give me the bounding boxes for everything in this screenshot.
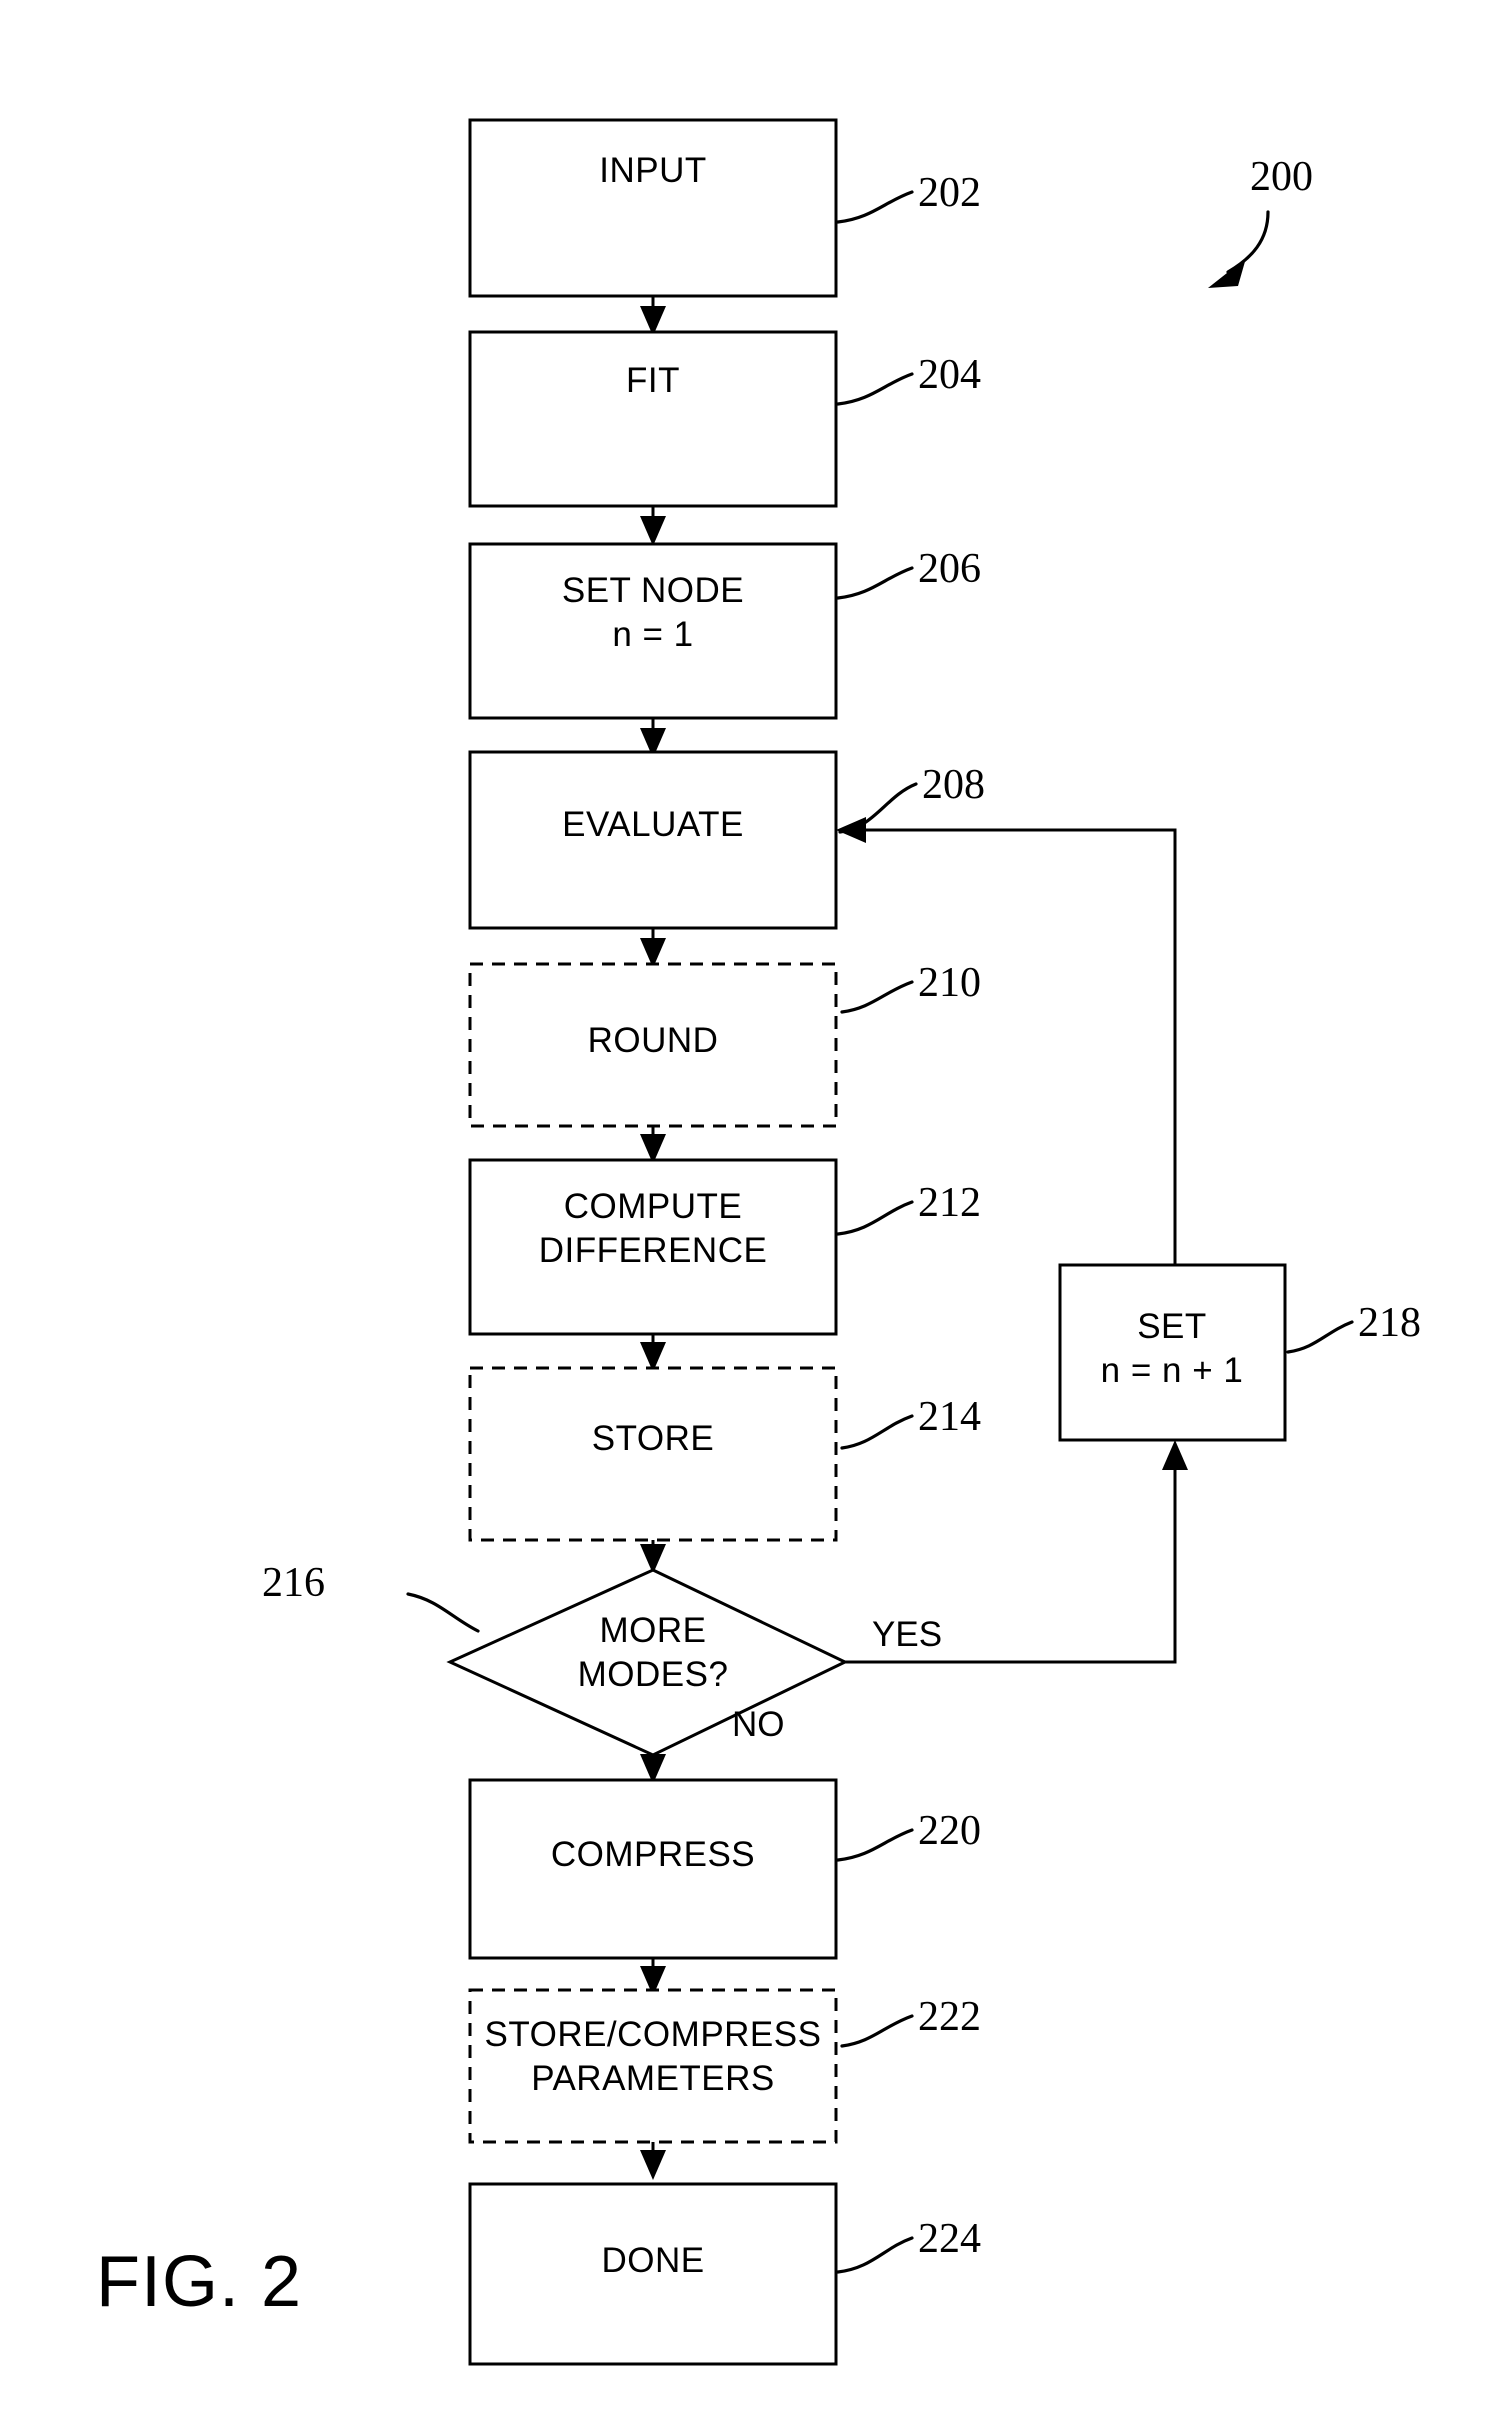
node-round-label: ROUND — [588, 1021, 719, 1060]
lead-line-202 — [836, 190, 914, 224]
ref-callout-218: 218 — [1286, 1300, 1421, 1354]
node-more-modes-label-line2: MODES? — [578, 1655, 729, 1694]
lead-line-212 — [836, 1200, 914, 1236]
node-done[interactable]: DONE — [468, 2182, 838, 2366]
arrowhead-params-done — [640, 2150, 666, 2180]
node-store-label: STORE — [592, 1419, 714, 1458]
node-set-increment-label-line2: n = n + 1 — [1101, 1351, 1244, 1390]
node-compress-label: COMPRESS — [551, 1835, 755, 1874]
node-set-node[interactable]: SET NODE n = 1 — [468, 542, 838, 720]
arrowhead-yes-into-set — [1162, 1440, 1188, 1470]
arrowhead-200 — [1208, 258, 1246, 288]
connector-feedback-to-evaluate — [848, 828, 1177, 1265]
ref-callout-224: 224 — [836, 2216, 981, 2274]
ref-label-208: 208 — [922, 762, 985, 808]
lead-line-210 — [840, 980, 914, 1014]
node-set-increment[interactable]: SET n = n + 1 — [1058, 1263, 1287, 1442]
ref-label-212: 212 — [918, 1180, 981, 1226]
figure-caption: FIG. 2 — [96, 2242, 302, 2322]
node-compress[interactable]: COMPRESS — [468, 1778, 838, 1960]
lead-line-220 — [836, 1828, 914, 1862]
ref-label-206: 206 — [918, 546, 981, 592]
node-set-node-label-line1: SET NODE — [562, 571, 744, 610]
ref-label-224: 224 — [918, 2216, 981, 2262]
ref-callout-220: 220 — [836, 1808, 981, 1862]
node-compute-difference[interactable]: COMPUTE DIFFERENCE — [468, 1158, 838, 1336]
node-fit-label: FIT — [626, 361, 680, 400]
ref-label-222: 222 — [918, 1994, 981, 2040]
node-compute-difference-label-line2: DIFFERENCE — [539, 1231, 768, 1270]
node-input-shape — [468, 118, 838, 298]
ref-callout-210: 210 — [840, 960, 981, 1014]
lead-line-204 — [836, 372, 914, 406]
edge-label-no: NO — [732, 1705, 785, 1744]
node-fit-shape — [468, 330, 838, 508]
arrowhead-fit-setnode — [640, 516, 666, 546]
node-compute-difference-label-line1: COMPUTE — [564, 1187, 743, 1226]
ref-callout-204: 204 — [836, 352, 981, 406]
ref-callout-216: 216 — [262, 1560, 480, 1633]
patent-figure-page: INPUT 202 FIT 204 SET NODE n = 1 206 EVA… — [0, 0, 1504, 2418]
node-more-modes-decision[interactable]: MORE MODES? — [446, 1568, 849, 1757]
ref-label-220: 220 — [918, 1808, 981, 1854]
node-round[interactable]: ROUND — [468, 962, 838, 1128]
ref-label-200: 200 — [1250, 154, 1313, 200]
lead-line-206 — [836, 566, 914, 600]
lead-line-222 — [840, 2014, 914, 2048]
flowchart-canvas: INPUT 202 FIT 204 SET NODE n = 1 206 EVA… — [96, 118, 1421, 2366]
node-set-node-label-line2: n = 1 — [612, 615, 693, 654]
lead-line-200 — [1226, 210, 1270, 274]
node-evaluate[interactable]: EVALUATE — [468, 750, 838, 930]
ref-callout-222: 222 — [840, 1994, 981, 2048]
node-evaluate-label: EVALUATE — [562, 805, 744, 844]
edge-label-yes: YES — [872, 1615, 942, 1654]
lead-line-224 — [836, 2236, 914, 2274]
ref-label-202: 202 — [918, 170, 981, 216]
ref-callout-214: 214 — [840, 1394, 981, 1450]
ref-label-216: 216 — [262, 1560, 325, 1606]
lead-line-214 — [840, 1414, 914, 1450]
node-store-compress-parameters-label-line2: PARAMETERS — [531, 2059, 775, 2098]
ref-label-218: 218 — [1358, 1300, 1421, 1346]
ref-callout-200: 200 — [1208, 154, 1313, 288]
ref-callout-212: 212 — [836, 1180, 981, 1236]
node-fit[interactable]: FIT — [468, 330, 838, 508]
node-store[interactable]: STORE — [468, 1366, 838, 1542]
ref-callout-202: 202 — [836, 170, 981, 224]
node-done-label: DONE — [601, 2241, 704, 2280]
node-store-compress-parameters-label-line1: STORE/COMPRESS — [485, 2015, 822, 2054]
lead-line-216 — [406, 1592, 480, 1633]
node-store-compress-parameters[interactable]: STORE/COMPRESS PARAMETERS — [468, 1988, 838, 2144]
node-set-increment-label-line1: SET — [1137, 1307, 1207, 1346]
node-more-modes-label-line1: MORE — [600, 1611, 707, 1650]
node-input-label: INPUT — [599, 151, 707, 190]
ref-label-204: 204 — [918, 352, 981, 398]
lead-line-218 — [1286, 1320, 1354, 1354]
node-input[interactable]: INPUT — [468, 118, 838, 298]
ref-callout-206: 206 — [836, 546, 981, 600]
ref-label-214: 214 — [918, 1394, 981, 1440]
ref-label-210: 210 — [918, 960, 981, 1006]
